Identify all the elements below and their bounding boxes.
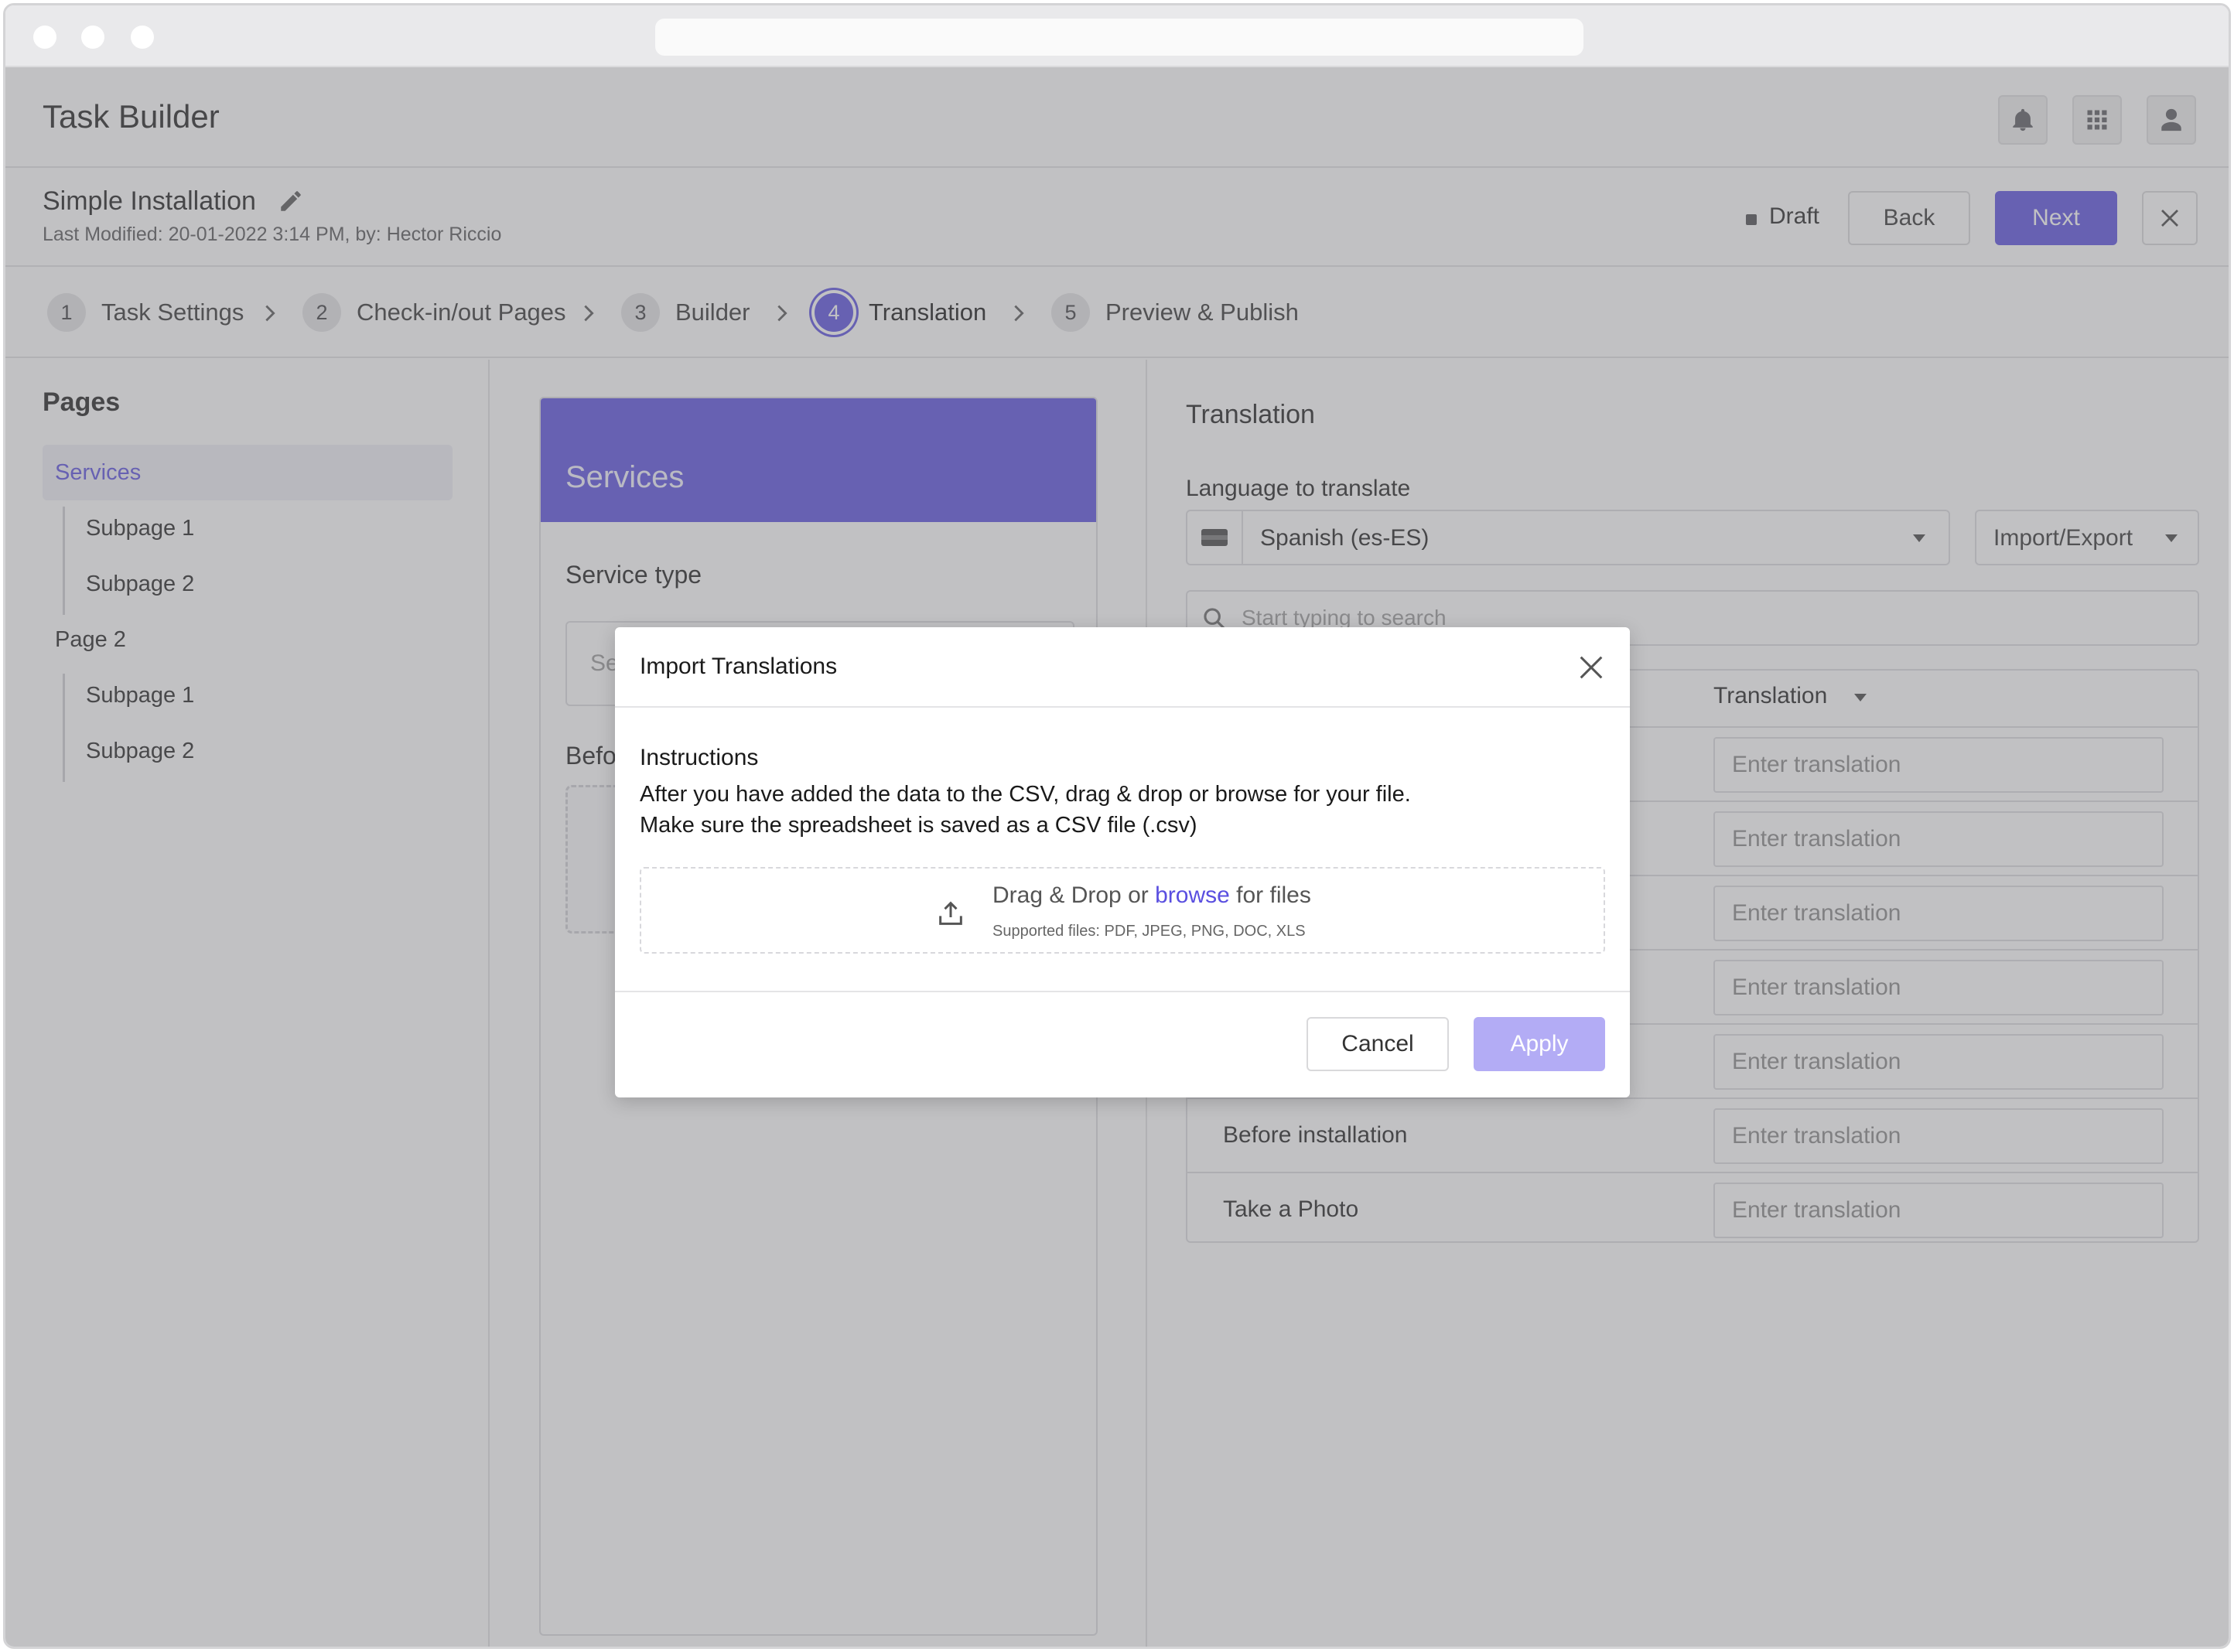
upload-icon: [939, 901, 962, 925]
dropzone-suffix: for files: [1236, 882, 1311, 908]
file-dropzone[interactable]: Drag & Drop or browse for files Supporte…: [640, 867, 1605, 954]
modal-header: Import Translations: [615, 627, 1630, 708]
import-translations-modal: Import Translations Instructions After y…: [615, 627, 1630, 1097]
dropzone-prefix: Drag & Drop or: [992, 882, 1149, 908]
browser-chrome: [5, 5, 2229, 67]
apply-button[interactable]: Apply: [1474, 1017, 1605, 1071]
window-maximize-dot[interactable]: [131, 26, 154, 49]
window-minimize-dot[interactable]: [81, 26, 104, 49]
close-icon[interactable]: [1576, 652, 1607, 683]
modal-footer-divider: [615, 991, 1630, 992]
supported-files-text: Supported files: PDF, JPEG, PNG, DOC, XL…: [992, 923, 1306, 940]
browse-link[interactable]: browse: [1155, 882, 1230, 908]
instructions-title: Instructions: [640, 745, 759, 770]
address-bar[interactable]: [655, 19, 1583, 56]
browser-window: Task Builder Simple Installation Last Mo…: [3, 3, 2231, 1649]
window-close-dot[interactable]: [33, 26, 56, 49]
cancel-button[interactable]: Cancel: [1307, 1017, 1449, 1071]
modal-title: Import Translations: [640, 654, 838, 679]
instructions-line: After you have added the data to the CSV…: [640, 782, 1411, 807]
dropzone-text: Drag & Drop or browse for files: [992, 882, 1311, 909]
instructions-line: Make sure the spreadsheet is saved as a …: [640, 813, 1197, 838]
